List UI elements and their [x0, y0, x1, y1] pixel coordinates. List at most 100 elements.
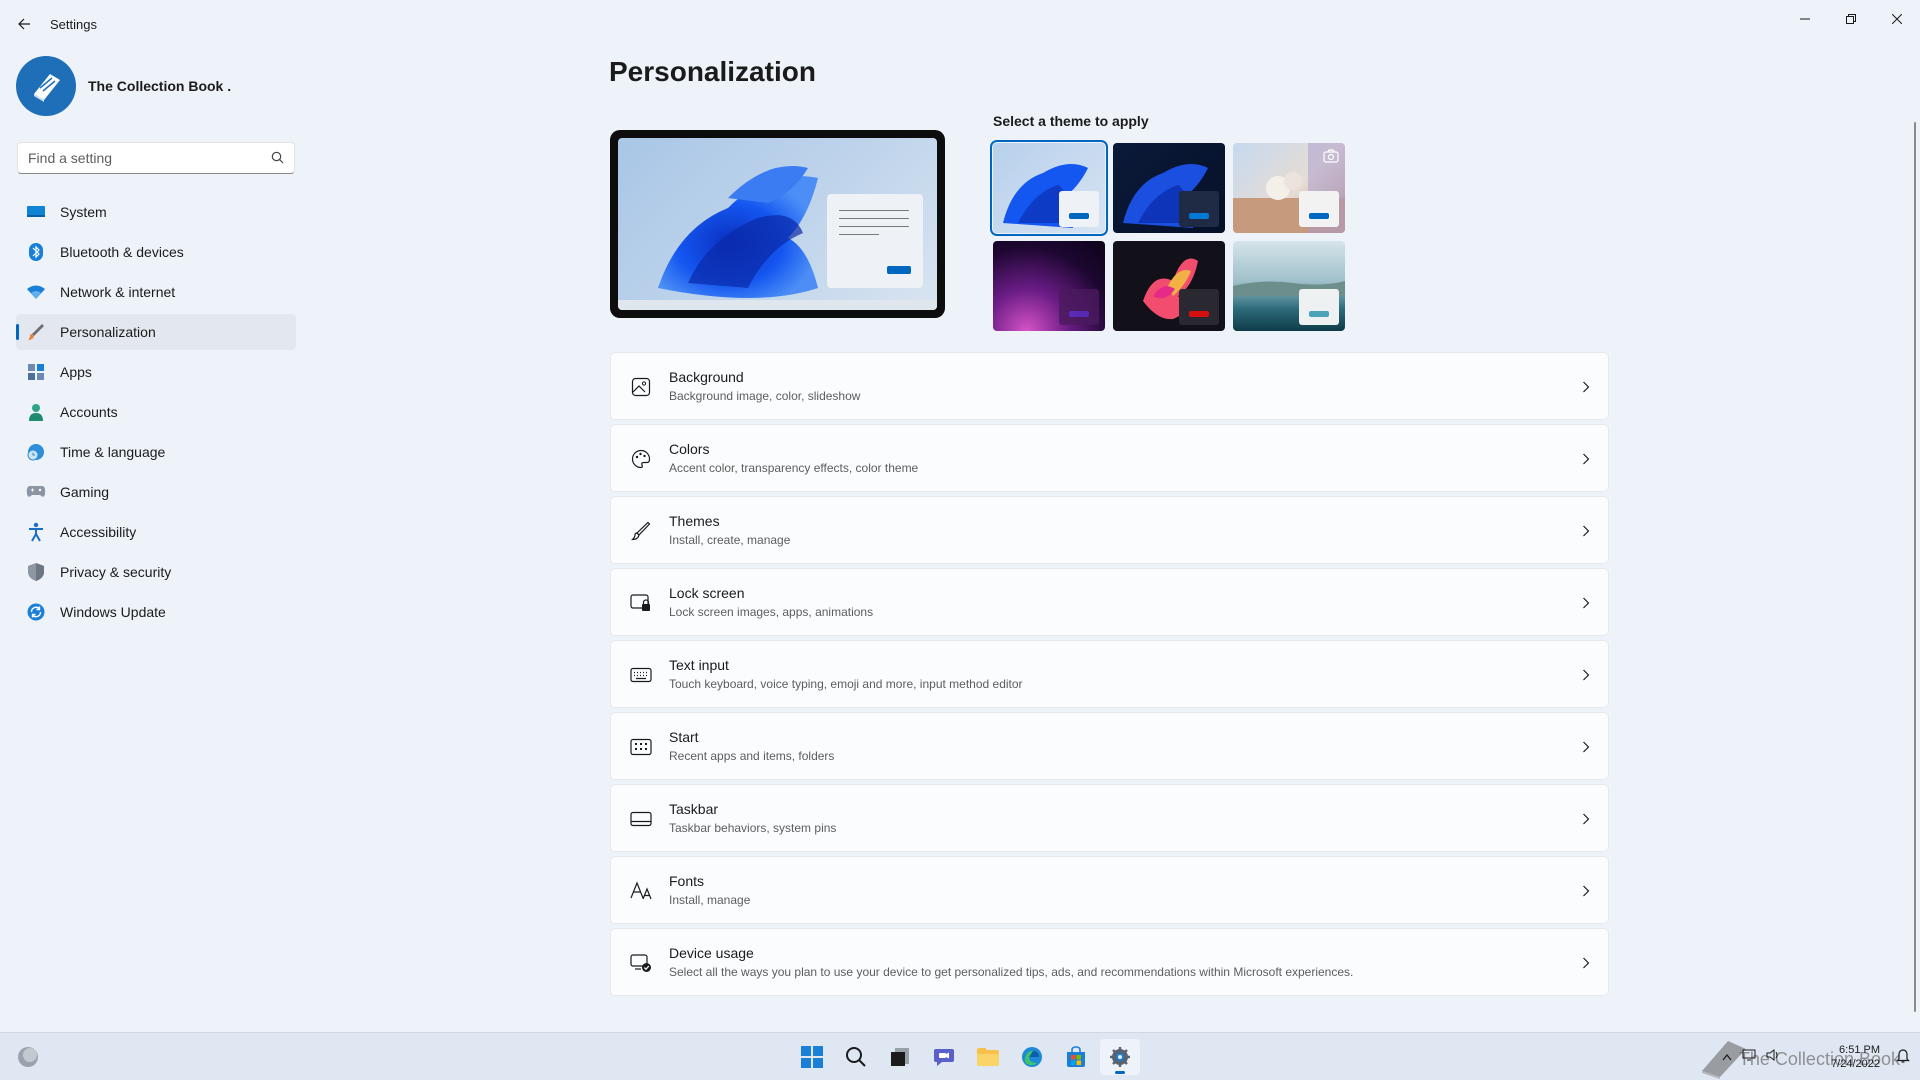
- weather-icon: [18, 1047, 38, 1067]
- sidebar-item-network[interactable]: Network & internet: [16, 274, 296, 310]
- sidebar-item-label: Gaming: [60, 484, 110, 500]
- file-explorer-button[interactable]: [968, 1039, 1008, 1075]
- sidebar-item-time-language[interactable]: Time & language: [16, 434, 296, 470]
- gear-icon: [1110, 1047, 1130, 1067]
- back-button[interactable]: [14, 14, 34, 34]
- row-subtitle: Touch keyboard, voice typing, emoji and …: [669, 677, 1023, 691]
- bluetooth-icon: [26, 242, 46, 262]
- row-title: Colors: [669, 441, 710, 457]
- chevron-up-icon[interactable]: [1722, 1048, 1732, 1066]
- search-icon: [846, 1047, 866, 1067]
- palette-icon: [629, 447, 653, 471]
- theme-captured-flower[interactable]: [1113, 241, 1225, 331]
- taskbar-icon: [629, 807, 653, 831]
- preview-taskbar: [618, 300, 937, 310]
- sidebar-item-label: Windows Update: [60, 604, 166, 620]
- apps-icon: [26, 362, 46, 382]
- camera-icon: [1323, 149, 1339, 168]
- sidebar-item-personalization[interactable]: Personalization: [16, 314, 296, 350]
- title-bar: Settings: [0, 0, 1920, 48]
- setting-row-start[interactable]: Start Recent apps and items, folders: [610, 712, 1609, 780]
- chat-icon: [934, 1049, 954, 1066]
- accessibility-icon: [26, 522, 46, 542]
- sidebar-item-system[interactable]: System: [16, 194, 296, 230]
- clock[interactable]: 6:51 PM 7/24/2022: [1831, 1043, 1880, 1071]
- widgets-button[interactable]: [16, 1045, 40, 1074]
- setting-row-lock-screen[interactable]: Lock screen Lock screen images, apps, ani…: [610, 568, 1609, 636]
- sidebar-item-label: Time & language: [60, 444, 166, 460]
- row-subtitle: Lock screen images, apps, animations: [669, 605, 874, 619]
- store-button[interactable]: [1056, 1039, 1096, 1075]
- book-icon: [34, 74, 60, 102]
- folder-icon: [977, 1048, 999, 1066]
- row-subtitle: Install, create, manage: [669, 533, 791, 547]
- device-usage-icon: [629, 951, 653, 975]
- task-view-button[interactable]: [880, 1039, 920, 1075]
- row-subtitle: Accent color, transparency effects, colo…: [669, 461, 919, 475]
- setting-row-themes[interactable]: Themes Install, create, manage: [610, 496, 1609, 564]
- setting-row-taskbar[interactable]: Taskbar Taskbar behaviors, system pins: [610, 784, 1609, 852]
- scrollbar[interactable]: [1914, 122, 1916, 1012]
- restore-icon: [1846, 14, 1856, 24]
- chat-button[interactable]: [924, 1039, 964, 1075]
- sidebar-item-windows-update[interactable]: Windows Update: [16, 594, 296, 630]
- search-icon[interactable]: [271, 151, 284, 164]
- settings-window: Settings The Collection Book . System Bl…: [0, 0, 1920, 1032]
- search-box[interactable]: [17, 142, 295, 174]
- start-button[interactable]: [792, 1039, 832, 1075]
- search-button[interactable]: [836, 1039, 876, 1075]
- sidebar-item-accessibility[interactable]: Accessibility: [16, 514, 296, 550]
- row-title: Themes: [669, 513, 720, 529]
- setting-row-text-input[interactable]: Text input Touch keyboard, voice typing, …: [610, 640, 1609, 708]
- theme-windows-dark[interactable]: [1113, 143, 1225, 233]
- page-title: Personalization: [609, 56, 816, 87]
- personalization-settings-list: Background Background image, color, slide…: [610, 352, 1609, 1000]
- windows-logo-icon: [801, 1046, 823, 1068]
- setting-row-fonts[interactable]: Fonts Install, manage: [610, 856, 1609, 924]
- sidebar-item-privacy[interactable]: Privacy & security: [16, 554, 296, 590]
- theme-captured-motion[interactable]: [1233, 143, 1345, 233]
- taskbar-apps: [792, 1039, 1144, 1075]
- sidebar-item-label: Accounts: [60, 404, 118, 420]
- close-button[interactable]: [1874, 4, 1920, 34]
- keyboard-icon: [629, 663, 653, 687]
- user-profile[interactable]: The Collection Book .: [16, 56, 231, 116]
- minimize-button[interactable]: [1782, 4, 1828, 34]
- setting-row-device-usage[interactable]: Device usage Select all the ways you plan…: [610, 928, 1609, 996]
- sidebar-item-accounts[interactable]: Accounts: [16, 394, 296, 430]
- preview-window: [827, 194, 923, 288]
- search-input[interactable]: [18, 143, 258, 173]
- wifi-icon: [26, 282, 46, 302]
- row-subtitle: Recent apps and items, folders: [669, 749, 835, 763]
- window-title: Settings: [50, 17, 97, 32]
- volume-icon[interactable]: [1766, 1048, 1780, 1066]
- row-title: Start: [669, 729, 699, 745]
- sidebar-item-apps[interactable]: Apps: [16, 354, 296, 390]
- arrow-left-icon: [18, 18, 30, 30]
- notification-icon[interactable]: [1896, 1048, 1910, 1069]
- sidebar-item-label: Apps: [60, 364, 92, 380]
- setting-row-colors[interactable]: Colors Accent color, transparency effects…: [610, 424, 1609, 492]
- profile-name: The Collection Book .: [88, 78, 232, 94]
- lock-screen-icon: [629, 591, 653, 615]
- chevron-right-icon: [1582, 956, 1590, 974]
- theme-windows-light[interactable]: [990, 140, 1108, 236]
- sidebar-item-label: Accessibility: [60, 524, 137, 540]
- preview-accent-button: [887, 266, 911, 274]
- chevron-right-icon: [1582, 884, 1590, 902]
- chevron-right-icon: [1582, 524, 1590, 542]
- row-title: Device usage: [669, 945, 754, 961]
- display-icon[interactable]: [1742, 1048, 1756, 1066]
- settings-app-button[interactable]: [1100, 1039, 1140, 1075]
- restore-button[interactable]: [1828, 4, 1874, 34]
- sidebar-item-label: Network & internet: [60, 284, 176, 300]
- sidebar-item-gaming[interactable]: Gaming: [16, 474, 296, 510]
- sidebar-item-bluetooth[interactable]: Bluetooth & devices: [16, 234, 296, 270]
- theme-flow[interactable]: [1233, 241, 1345, 331]
- theme-grid: [990, 140, 1347, 331]
- theme-glow[interactable]: [993, 241, 1105, 331]
- close-icon: [1892, 14, 1902, 24]
- setting-row-background[interactable]: Background Background image, color, slide…: [610, 352, 1609, 420]
- sidebar-item-label: Personalization: [60, 324, 156, 340]
- edge-button[interactable]: [1012, 1039, 1052, 1075]
